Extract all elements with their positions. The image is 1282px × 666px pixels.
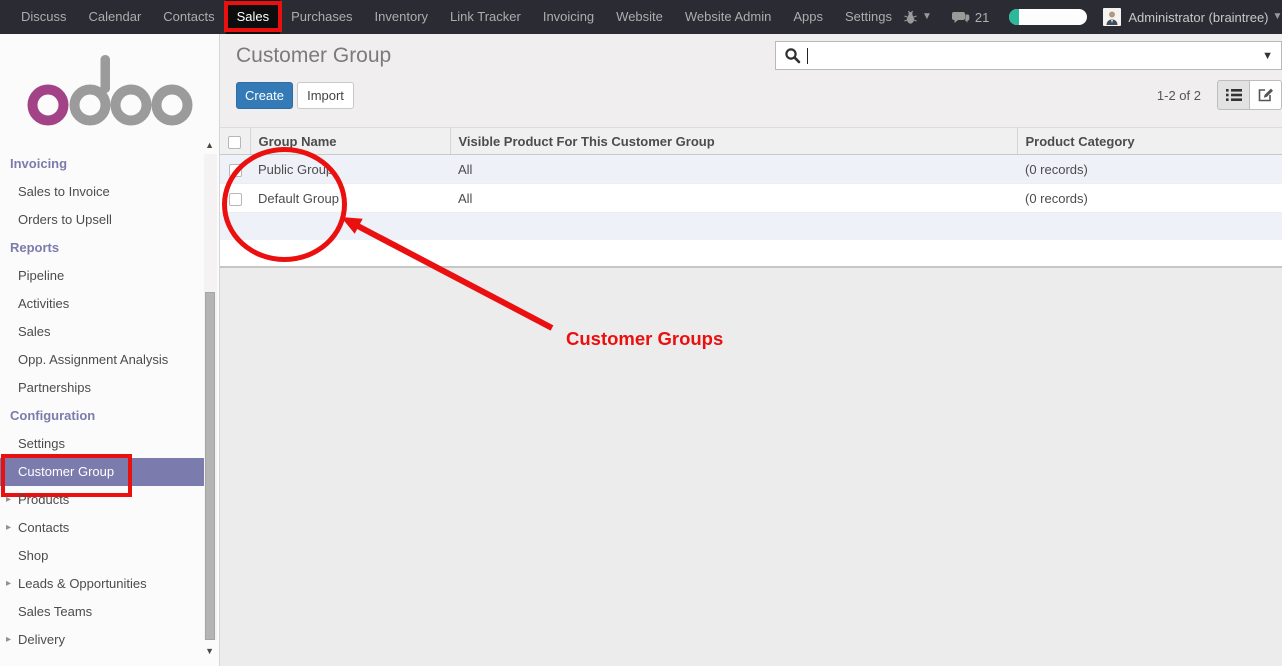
nav-item-sales[interactable]: Sales (226, 0, 281, 34)
list-view-button[interactable] (1217, 80, 1250, 110)
sidebar-item-label: Products (18, 492, 69, 507)
create-button[interactable]: Create (236, 82, 293, 109)
progress-fill (1009, 9, 1019, 25)
cell-visible-product: All (450, 155, 1017, 184)
user-menu-label[interactable]: Administrator (braintree) (1128, 10, 1268, 25)
expand-arrow-icon[interactable]: ▸ (6, 486, 11, 514)
sidebar-item-opp-assignment-analysis[interactable]: Opp. Assignment Analysis (0, 346, 219, 374)
user-avatar[interactable] (1103, 8, 1121, 26)
sidebar-item-sales[interactable]: Sales (0, 318, 219, 346)
sidebar-scrollbar-thumb[interactable] (205, 292, 215, 640)
table-row[interactable]: Public Group All (0 records) (220, 155, 1282, 184)
sidebar-item-label: Contacts (18, 520, 69, 535)
top-navbar: Discuss Calendar Contacts Sales Purchase… (0, 0, 1282, 34)
search-dropdown-caret-icon[interactable]: ▼ (1262, 50, 1273, 62)
select-all-header-cell (220, 128, 250, 155)
pager-row: 1-2 of 2 (1157, 80, 1282, 110)
sidebar-item-customer-group[interactable]: Customer Group (0, 458, 204, 486)
cell-visible-product: All (450, 184, 1017, 213)
nav-item-website-admin[interactable]: Website Admin (674, 0, 782, 34)
sidebar-item-pipeline[interactable]: Pipeline (0, 262, 219, 290)
nav-item-apps[interactable]: Apps (782, 0, 834, 34)
sidebar-menu: Invoicing Sales to Invoice Orders to Ups… (0, 150, 219, 654)
search-box: ▼ (775, 41, 1282, 70)
table-row[interactable]: Default Group All (0 records) (220, 184, 1282, 213)
content-background (220, 266, 1282, 666)
search-input[interactable] (808, 42, 1256, 69)
expand-arrow-icon[interactable]: ▸ (6, 626, 11, 654)
nav-item-inventory[interactable]: Inventory (364, 0, 439, 34)
nav-item-website[interactable]: Website (605, 0, 674, 34)
sidebar-item-products[interactable]: ▸ Products (0, 486, 219, 514)
expand-arrow-icon[interactable]: ▸ (6, 514, 11, 542)
scroll-up-arrow-icon[interactable]: ▲ (205, 141, 214, 150)
sidebar-item-label: Leads & Opportunities (18, 576, 147, 591)
menu-heading-invoicing: Invoicing (0, 150, 219, 178)
scroll-down-arrow-icon[interactable]: ▼ (205, 647, 214, 656)
nav-item-contacts[interactable]: Contacts (152, 0, 225, 34)
expand-arrow-icon[interactable]: ▸ (6, 570, 11, 598)
sidebar-item-partnerships[interactable]: Partnerships (0, 374, 219, 402)
pager-text: 1-2 of 2 (1157, 88, 1201, 103)
table-header-row: Group Name Visible Product For This Cust… (220, 128, 1282, 155)
cell-group-name: Public Group (250, 155, 450, 184)
sidebar-item-leads-opportunities[interactable]: ▸ Leads & Opportunities (0, 570, 219, 598)
topbar-right-cluster: ▼ 21 Administrator (braintree) ▼ (903, 0, 1282, 34)
caret-down-icon[interactable]: ▼ (1273, 12, 1282, 22)
sidebar-item-delivery[interactable]: ▸ Delivery (0, 626, 219, 654)
sidebar-item-label: Delivery (18, 632, 65, 647)
menu-heading-reports: Reports (0, 234, 219, 262)
column-header-product-category[interactable]: Product Category (1017, 128, 1282, 155)
bug-icon[interactable] (903, 10, 918, 25)
message-count-badge[interactable]: 21 (975, 10, 989, 25)
sidebar: Invoicing Sales to Invoice Orders to Ups… (0, 34, 220, 666)
search-icon (784, 47, 801, 64)
cell-group-name: Default Group (250, 184, 450, 213)
control-panel: Customer Group Create Import ▼ 1-2 of 2 (220, 34, 1282, 127)
nav-item-settings[interactable]: Settings (834, 0, 903, 34)
cell-product-category: (0 records) (1017, 184, 1282, 213)
cell-product-category: (0 records) (1017, 155, 1282, 184)
column-header-group-name[interactable]: Group Name (250, 128, 450, 155)
empty-table-row (220, 240, 1282, 266)
sidebar-item-settings[interactable]: Settings (0, 430, 219, 458)
sidebar-item-sales-to-invoice[interactable]: Sales to Invoice (0, 178, 219, 206)
select-all-checkbox[interactable] (228, 136, 241, 149)
nav-item-invoicing[interactable]: Invoicing (532, 0, 605, 34)
odoo-logo[interactable] (0, 34, 219, 150)
nav-item-purchases[interactable]: Purchases (280, 0, 363, 34)
sidebar-item-contacts[interactable]: ▸ Contacts (0, 514, 219, 542)
empty-table-row (220, 213, 1282, 240)
sidebar-item-shop[interactable]: Shop (0, 542, 219, 570)
nav-item-discuss[interactable]: Discuss (10, 0, 78, 34)
form-view-button[interactable] (1249, 80, 1282, 110)
row-checkbox[interactable] (229, 193, 242, 206)
customer-group-table: Group Name Visible Product For This Cust… (220, 127, 1282, 213)
menu-heading-configuration: Configuration (0, 402, 219, 430)
main-content: Customer Group Create Import ▼ 1-2 of 2 (220, 34, 1282, 666)
page-title: Customer Group (236, 44, 391, 68)
column-header-visible-product[interactable]: Visible Product For This Customer Group (450, 128, 1017, 155)
chat-bubble-icon[interactable] (952, 10, 970, 25)
sidebar-item-activities[interactable]: Activities (0, 290, 219, 318)
sidebar-item-sales-teams[interactable]: Sales Teams (0, 598, 219, 626)
nav-item-calendar[interactable]: Calendar (78, 0, 153, 34)
nav-item-link-tracker[interactable]: Link Tracker (439, 0, 532, 34)
progress-pill[interactable] (1009, 9, 1087, 25)
sidebar-item-orders-to-upsell[interactable]: Orders to Upsell (0, 206, 219, 234)
caret-down-icon[interactable]: ▼ (922, 12, 932, 22)
row-checkbox[interactable] (229, 164, 242, 177)
import-button[interactable]: Import (297, 82, 354, 109)
